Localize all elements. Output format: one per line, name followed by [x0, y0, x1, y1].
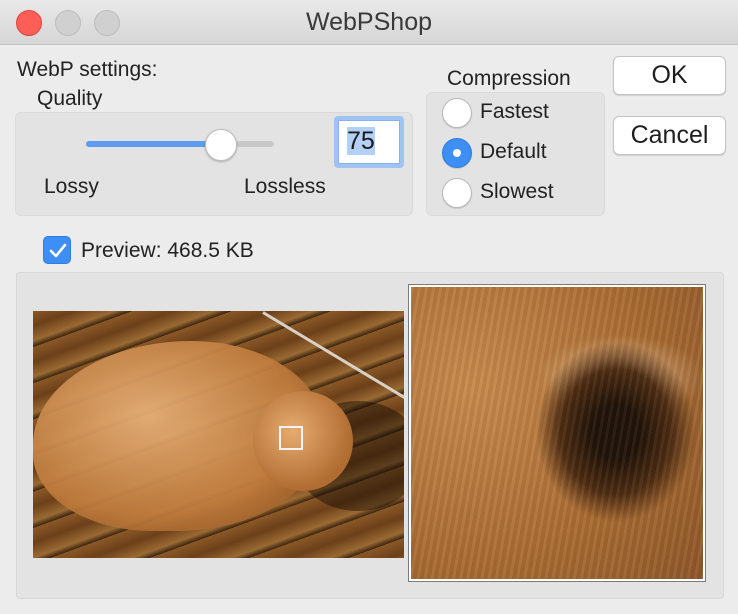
- webpshop-dialog: WebPShop WebP settings: Quality 75 Lossy…: [0, 0, 738, 614]
- quality-value-field[interactable]: 75: [334, 116, 404, 168]
- checkmark-icon: [49, 243, 67, 258]
- compression-slowest-radio[interactable]: [442, 178, 472, 208]
- quality-value-text: 75: [347, 127, 375, 155]
- preview-size-label: Preview: 468.5 KB: [81, 239, 254, 262]
- webp-settings-heading: WebP settings:: [17, 58, 158, 81]
- zoom-focus-rectangle[interactable]: [279, 426, 303, 450]
- compression-slowest-label[interactable]: Slowest: [480, 180, 554, 204]
- title-bar[interactable]: WebPShop: [0, 0, 738, 45]
- zoomed-preview-image: [411, 287, 703, 579]
- lossy-label: Lossy: [44, 175, 99, 198]
- cancel-button[interactable]: Cancel: [613, 116, 726, 155]
- compression-default-radio[interactable]: [442, 138, 472, 168]
- quality-label: Quality: [37, 87, 103, 110]
- compression-fastest-label[interactable]: Fastest: [480, 100, 549, 124]
- compression-fastest-radio[interactable]: [442, 98, 472, 128]
- compression-label: Compression: [447, 67, 571, 90]
- compression-default-label[interactable]: Default: [480, 140, 547, 164]
- quality-slider-thumb[interactable]: [205, 129, 237, 161]
- quality-slider-track[interactable]: [86, 141, 274, 147]
- preview-full-image[interactable]: [33, 311, 404, 558]
- lossless-label: Lossless: [244, 175, 326, 198]
- preview-checkbox[interactable]: [43, 236, 71, 264]
- image-cat-head: [253, 391, 353, 491]
- ok-button[interactable]: OK: [613, 56, 726, 95]
- window-title: WebPShop: [305, 8, 432, 36]
